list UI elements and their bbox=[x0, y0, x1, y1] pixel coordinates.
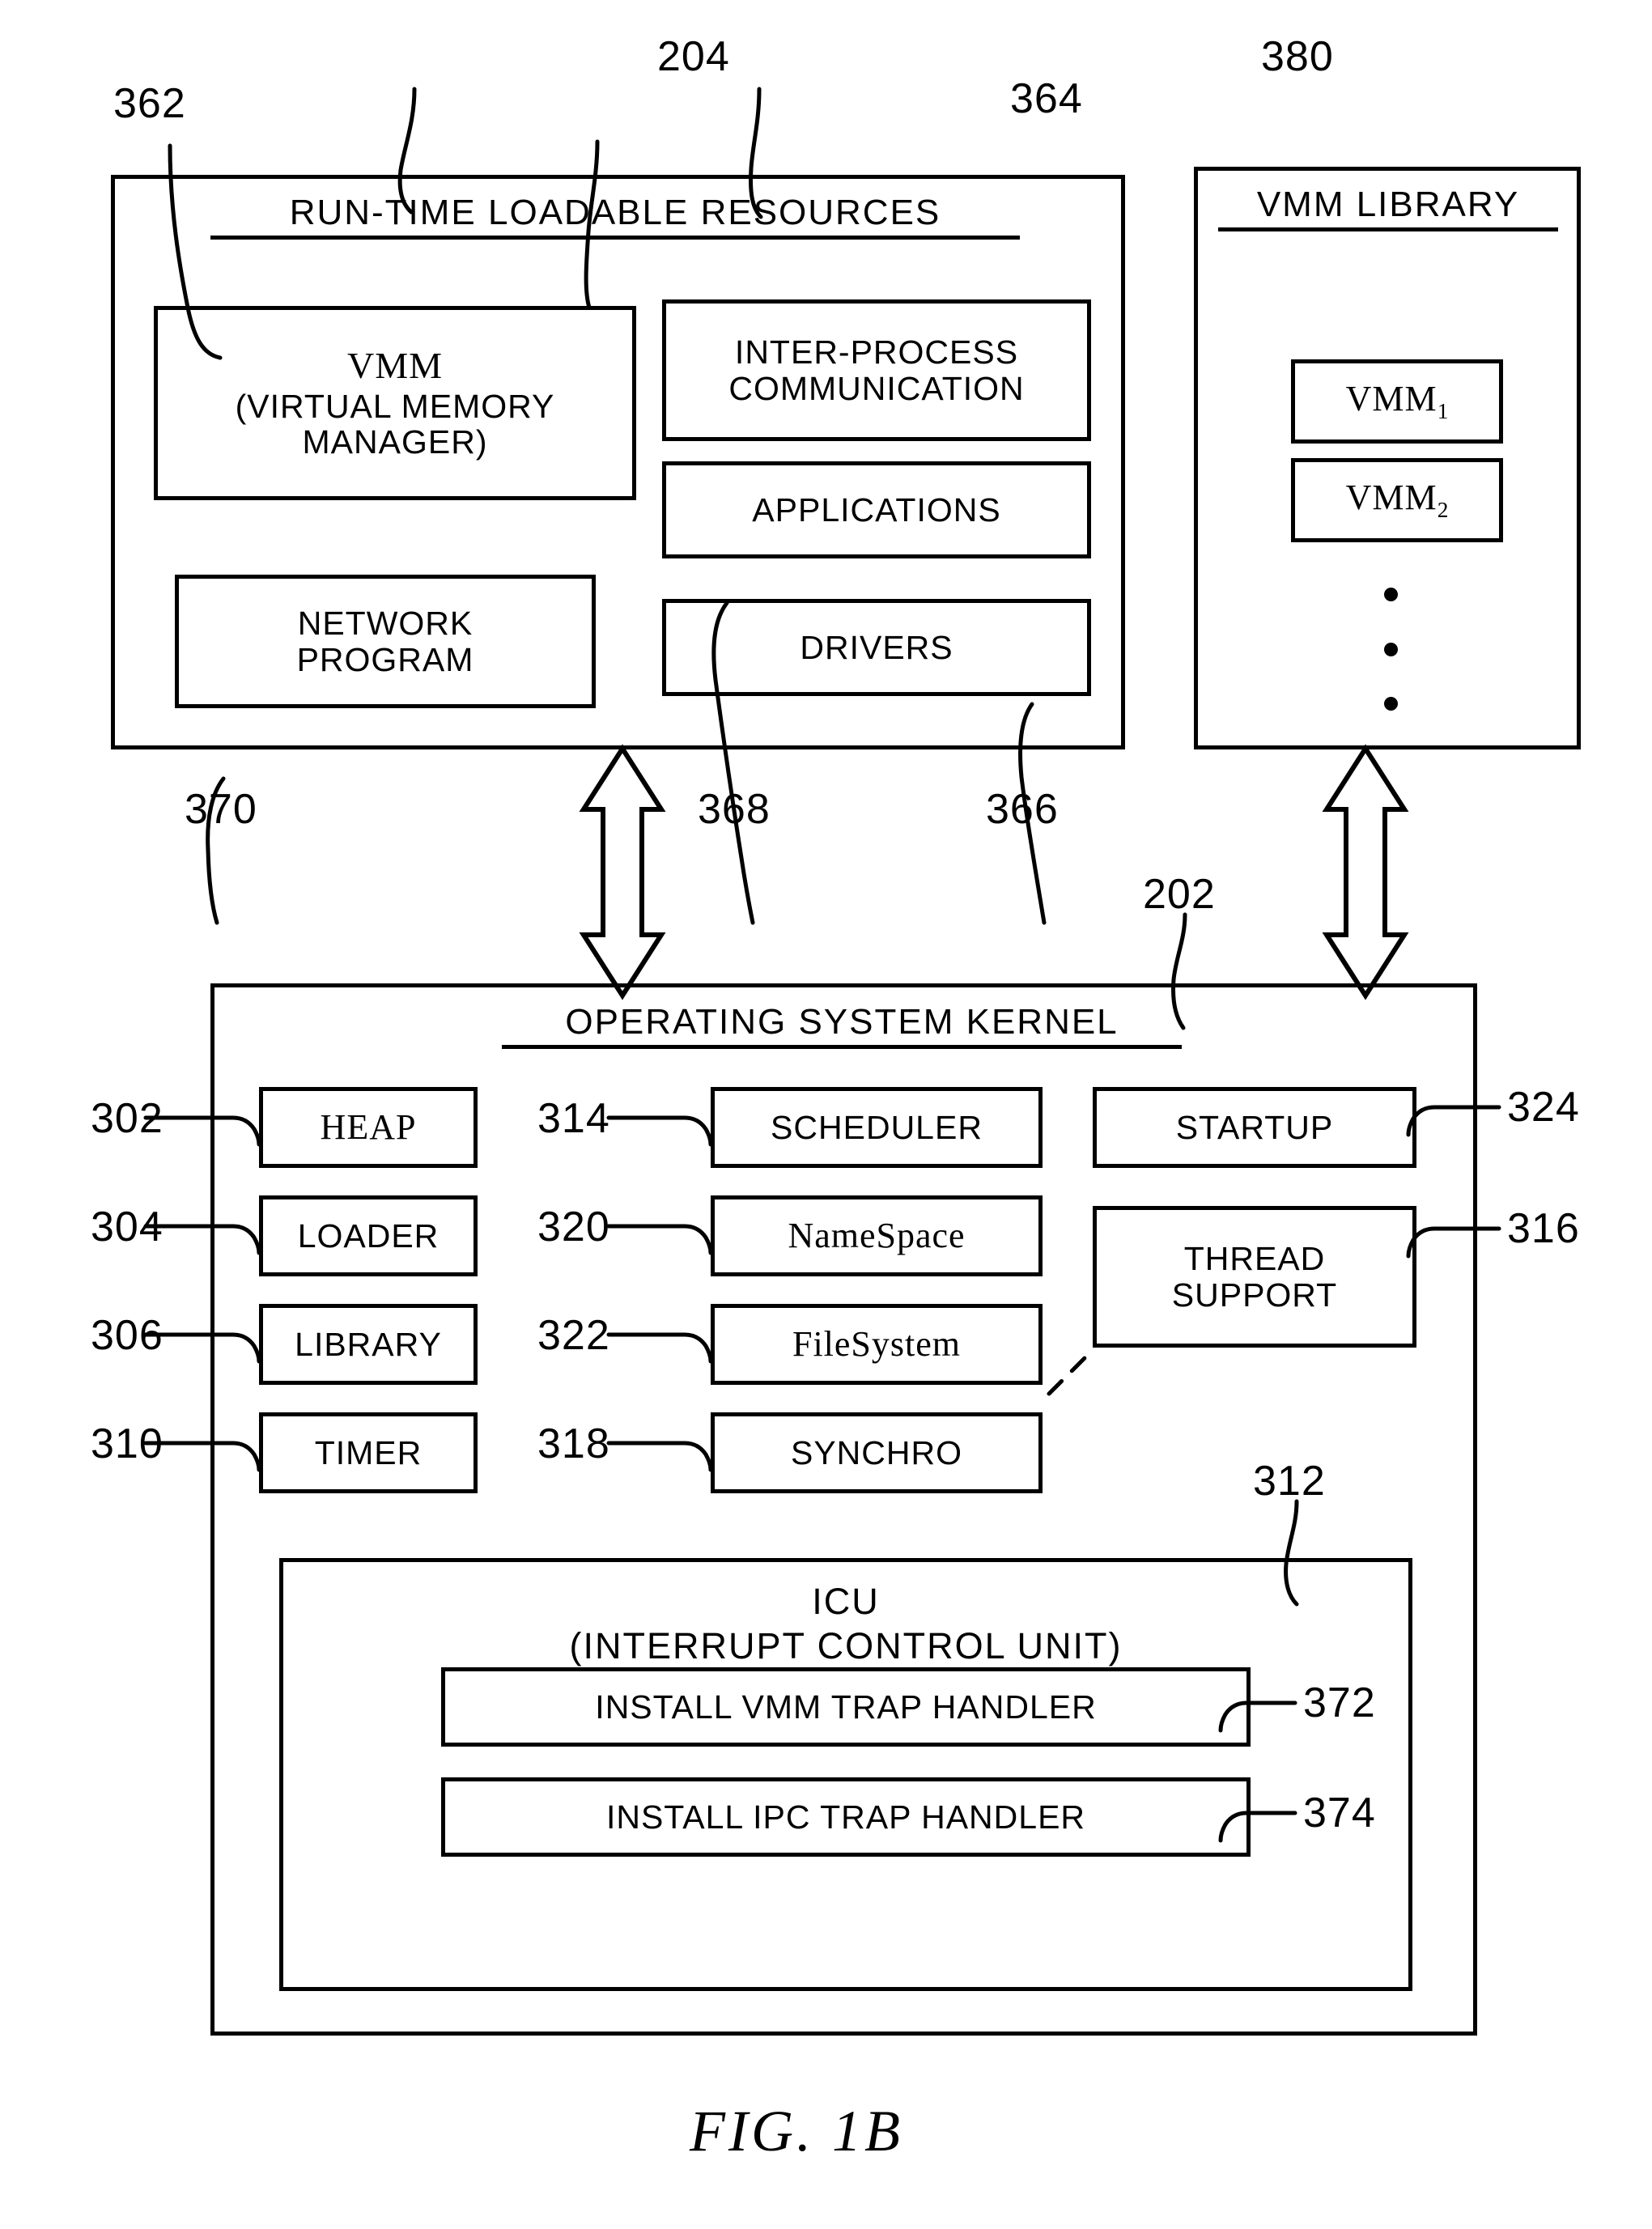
applications-label: APPLICATIONS bbox=[752, 490, 1001, 529]
applications-box: APPLICATIONS bbox=[662, 461, 1091, 558]
drivers-box: DRIVERS bbox=[662, 599, 1091, 696]
network-program-box: NETWORK PROGRAM bbox=[175, 575, 596, 708]
install-vmm-trap-handler-box: INSTALL VMM TRAP HANDLER bbox=[441, 1667, 1251, 1747]
kernel-library-label: LIBRARY bbox=[295, 1325, 442, 1363]
kernel-thread-support-line2: SUPPORT bbox=[1171, 1276, 1338, 1314]
inter-process-communication-box: INTER-PROCESS COMMUNICATION bbox=[662, 299, 1091, 441]
figure-caption: FIG. 1B bbox=[690, 2099, 903, 2163]
vmm-box-title: VMM bbox=[346, 344, 444, 386]
kernel-heap-label: HEAP bbox=[320, 1106, 417, 1147]
kernel-namespace-box: NameSpace bbox=[711, 1195, 1043, 1276]
ref-380: 380 bbox=[1261, 33, 1334, 80]
ref-314: 314 bbox=[537, 1095, 610, 1142]
ref-202: 202 bbox=[1143, 871, 1216, 918]
ref-370: 370 bbox=[185, 786, 257, 833]
ref-310: 310 bbox=[91, 1420, 164, 1467]
kernel-scheduler-box: SCHEDULER bbox=[711, 1087, 1043, 1168]
kernel-scheduler-label: SCHEDULER bbox=[771, 1108, 983, 1146]
icu-title: ICU (INTERRUPT CONTROL UNIT) bbox=[279, 1582, 1412, 1666]
network-program-line1: NETWORK bbox=[297, 605, 474, 643]
install-ipc-trap-handler-box: INSTALL IPC TRAP HANDLER bbox=[441, 1777, 1251, 1857]
run-time-loadable-resources-title: RUN-TIME LOADABLE RESOURCES bbox=[210, 193, 1020, 240]
ref-306: 306 bbox=[91, 1312, 164, 1359]
install-ipc-trap-handler-label: INSTALL IPC TRAP HANDLER bbox=[605, 1798, 1086, 1836]
ipc-line2: COMMUNICATION bbox=[728, 369, 1025, 407]
vmm-box: VMM (VIRTUAL MEMORY MANAGER) bbox=[154, 306, 636, 500]
vmm-library-entry-2-label: VMM2 bbox=[1345, 477, 1449, 522]
kernel-library-box: LIBRARY bbox=[259, 1304, 478, 1385]
install-vmm-trap-handler-label: INSTALL VMM TRAP HANDLER bbox=[595, 1688, 1097, 1726]
ref-324: 324 bbox=[1507, 1084, 1580, 1131]
kernel-loader-box: LOADER bbox=[259, 1195, 478, 1276]
ref-372: 372 bbox=[1303, 1679, 1376, 1726]
vmm-library-entry-2: VMM2 bbox=[1291, 458, 1503, 542]
ref-364: 364 bbox=[1010, 75, 1083, 122]
ref-374: 374 bbox=[1303, 1790, 1376, 1836]
kernel-thread-support-box: THREAD SUPPORT bbox=[1093, 1206, 1416, 1348]
arrow-library-kernel bbox=[1327, 749, 1404, 996]
icu-title-line1: ICU bbox=[812, 1581, 880, 1622]
ref-312: 312 bbox=[1253, 1458, 1326, 1505]
icu-title-line2: (INTERRUPT CONTROL UNIT) bbox=[569, 1624, 1123, 1666]
kernel-heap-box: HEAP bbox=[259, 1087, 478, 1168]
vmm-box-subtitle-line1: (VIRTUAL MEMORY bbox=[235, 387, 555, 425]
ipc-line1: INTER-PROCESS bbox=[734, 333, 1019, 372]
network-program-line2: PROGRAM bbox=[296, 640, 474, 678]
kernel-timer-box: TIMER bbox=[259, 1412, 478, 1493]
drivers-label: DRIVERS bbox=[800, 628, 953, 666]
kernel-startup-label: STARTUP bbox=[1175, 1108, 1334, 1146]
kernel-namespace-label: NameSpace bbox=[788, 1215, 966, 1255]
vmm-library-title: VMM LIBRARY bbox=[1218, 185, 1558, 231]
vmm-box-subtitle-line2: MANAGER) bbox=[302, 423, 488, 461]
kernel-timer-label: TIMER bbox=[314, 1433, 423, 1471]
ref-368: 368 bbox=[698, 786, 771, 833]
ref-362: 362 bbox=[113, 80, 186, 127]
ref-322: 322 bbox=[537, 1312, 610, 1359]
ref-204: 204 bbox=[657, 33, 730, 80]
vmm-library-entry-1-label: VMM1 bbox=[1345, 378, 1449, 423]
ref-304: 304 bbox=[91, 1204, 164, 1250]
ref-302: 302 bbox=[91, 1095, 164, 1142]
ref-318: 318 bbox=[537, 1420, 610, 1467]
vmm-library-entry-1: VMM1 bbox=[1291, 359, 1503, 444]
kernel-thread-support-line1: THREAD bbox=[1183, 1240, 1326, 1278]
kernel-loader-label: LOADER bbox=[297, 1216, 440, 1255]
kernel-synchro-box: SYNCHRO bbox=[711, 1412, 1043, 1493]
patent-figure-1b: RUN-TIME LOADABLE RESOURCES VMM (VIRTUAL… bbox=[0, 0, 1652, 2229]
ref-320: 320 bbox=[537, 1204, 610, 1250]
kernel-synchro-label: SYNCHRO bbox=[790, 1433, 963, 1471]
kernel-filesystem-box: FileSystem bbox=[711, 1304, 1043, 1385]
arrow-resources-kernel bbox=[584, 749, 661, 996]
ref-366: 366 bbox=[986, 786, 1059, 833]
vmm-library-ellipsis-icon bbox=[1382, 588, 1399, 711]
kernel-startup-box: STARTUP bbox=[1093, 1087, 1416, 1168]
kernel-filesystem-label: FileSystem bbox=[792, 1323, 962, 1364]
operating-system-kernel-title: OPERATING SYSTEM KERNEL bbox=[502, 1002, 1182, 1049]
ref-316: 316 bbox=[1507, 1205, 1580, 1252]
